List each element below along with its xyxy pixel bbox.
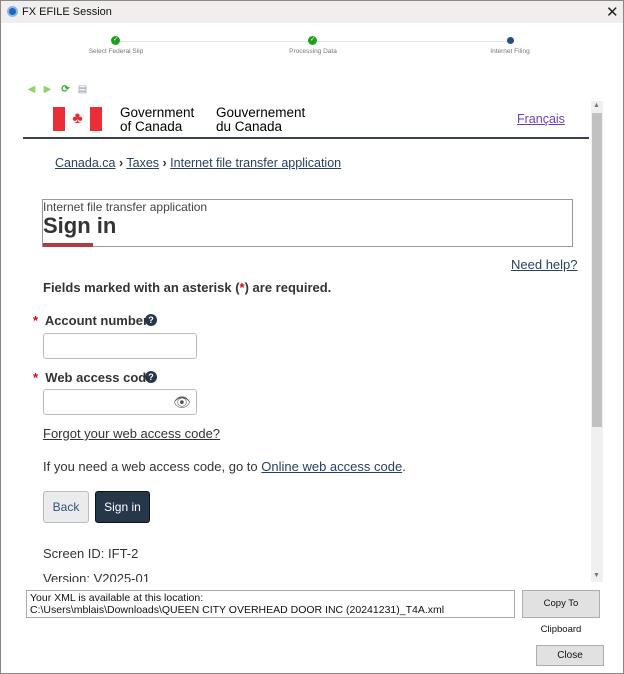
wordmark-line: Gouvernement [216, 105, 306, 120]
close-window-icon[interactable]: ✕ [606, 3, 619, 21]
version: Version: V2025-01 [43, 571, 150, 582]
scrollbar-thumb[interactable] [592, 113, 602, 427]
refresh-icon[interactable]: ⟳ [60, 84, 71, 95]
scroll-up-icon[interactable]: ▲ [593, 102, 600, 109]
step-done-check-icon: ✓ [111, 36, 120, 45]
breadcrumb: Canada.ca › Taxes › Internet file transf… [55, 156, 341, 170]
browser-panel: ♣ Government of Canada Gouvernement du Can… [23, 101, 603, 582]
app-icon [7, 6, 18, 17]
step-label: Select Federal Slip [88, 48, 144, 55]
title-box: Internet file transfer application Sign … [42, 199, 573, 247]
online-wac-link[interactable]: Online web access code [261, 459, 402, 474]
need-help-link[interactable]: Need help? [511, 257, 578, 272]
label-text: Web access code [45, 370, 154, 385]
title-underline [43, 243, 93, 247]
gov-en-wordmark: Government of Canada [120, 106, 194, 134]
xml-location-box[interactable]: Your XML is available at this location: … [26, 590, 515, 618]
asterisk: * [33, 313, 39, 328]
step-current-dot-icon [507, 37, 514, 44]
label-text: Account number [44, 313, 149, 328]
window-title: FX EFILE Session [22, 6, 112, 18]
account-number-input[interactable] [43, 333, 197, 359]
sign-in-button[interactable]: Sign in [95, 491, 150, 523]
info-text: If you need a web access code, go to Onl… [43, 459, 406, 474]
step-label: Processing Data [289, 48, 337, 55]
required-text: ) are required. [244, 280, 332, 295]
back-arrow-icon[interactable]: ◀ [26, 84, 37, 95]
scroll-down-icon[interactable]: ▼ [593, 572, 600, 579]
required-note: Fields marked with an asterisk (*) are r… [43, 280, 331, 295]
required-text: Fields marked with an asterisk ( [43, 280, 240, 295]
copy-to-clipboard-button[interactable]: Copy To Clipboard [522, 590, 600, 635]
chevron-right-icon: › [162, 156, 167, 170]
step-label: Internet Filing [490, 48, 530, 55]
header-rule [23, 137, 589, 139]
wordmark-line: of Canada [120, 119, 183, 134]
info-text-part: If you need a web access code, go to [43, 459, 262, 474]
breadcrumb-canada[interactable]: Canada.ca [55, 156, 115, 170]
back-button[interactable]: Back [43, 491, 89, 523]
wac-label: * Web access code [33, 370, 153, 385]
info-text-part: . [402, 459, 406, 474]
screen-id: Screen ID: IFT-2 [43, 546, 139, 561]
help-question-icon[interactable]: ? [145, 371, 157, 383]
wordmark-line: du Canada [216, 119, 283, 134]
print-icon[interactable]: ▤ [77, 84, 88, 95]
page-title: Sign in [43, 213, 117, 238]
help-question-icon[interactable]: ? [145, 314, 157, 326]
forgot-wac-link[interactable]: Forgot your web access code? [43, 426, 220, 441]
xml-line: Your XML is available at this location: [30, 592, 204, 604]
asterisk: * [33, 370, 39, 385]
chevron-right-icon: › [118, 156, 124, 170]
forward-arrow-icon[interactable]: ▶ [42, 84, 53, 95]
step-done-check-icon: ✓ [308, 36, 317, 45]
gov-fr-wordmark: Gouvernement du Canada [216, 106, 305, 134]
breadcrumb-taxes[interactable]: Taxes [126, 156, 159, 170]
francais-link[interactable]: Français [517, 112, 565, 126]
breadcrumb-ift[interactable]: Internet file transfer application [170, 156, 341, 170]
show-password-eye-icon[interactable]: 👁 [173, 394, 191, 411]
wordmark-line: Government [120, 105, 195, 120]
canada-flag-icon: ♣ [53, 107, 102, 131]
xml-path: C:\Users\mblais\Downloads\QUEEN CITY OVE… [30, 604, 445, 616]
page-subtitle: Internet file transfer application [43, 200, 208, 214]
close-button[interactable]: Close [536, 645, 604, 666]
account-label: * Account number [33, 313, 148, 328]
